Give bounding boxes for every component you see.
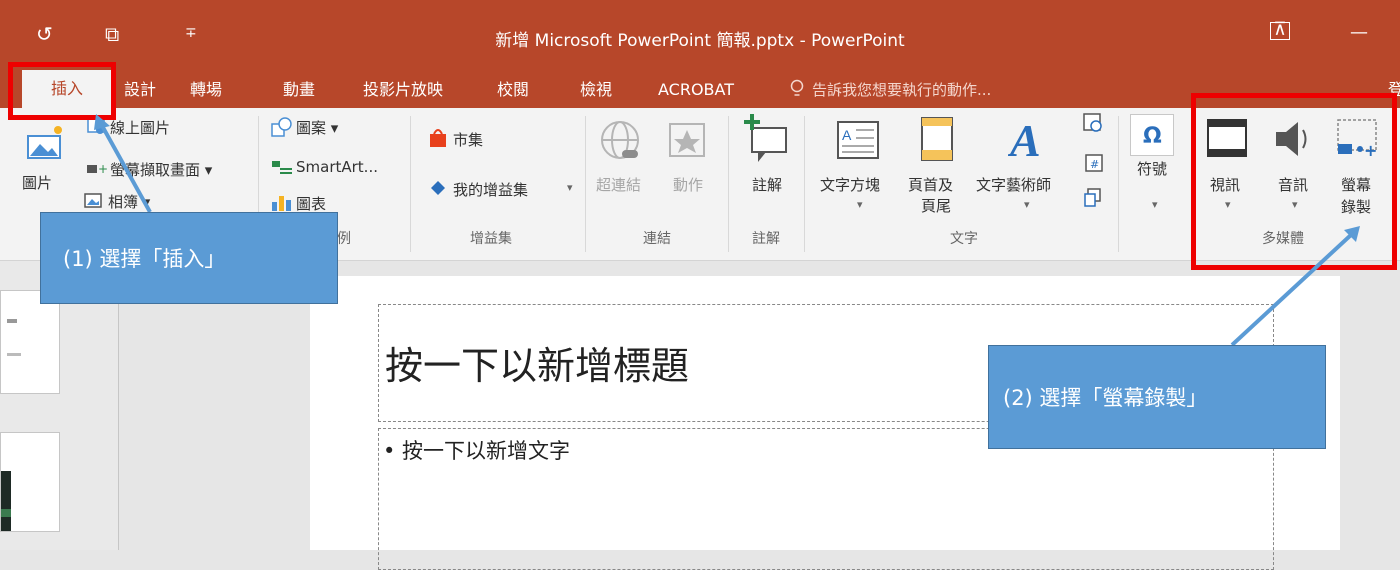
- arrow-to-screen-recording: [1230, 232, 1354, 347]
- arrowhead-insert: [94, 114, 110, 130]
- callout-step-2-text: (2) 選擇「螢幕錄製」: [1003, 386, 1208, 410]
- callout-step-2: (2) 選擇「螢幕錄製」: [988, 345, 1326, 449]
- callout-step-1-text: (1) 選擇「插入」: [63, 247, 226, 271]
- arrow-to-insert: [98, 121, 152, 213]
- callout-step-1: (1) 選擇「插入」: [40, 212, 338, 304]
